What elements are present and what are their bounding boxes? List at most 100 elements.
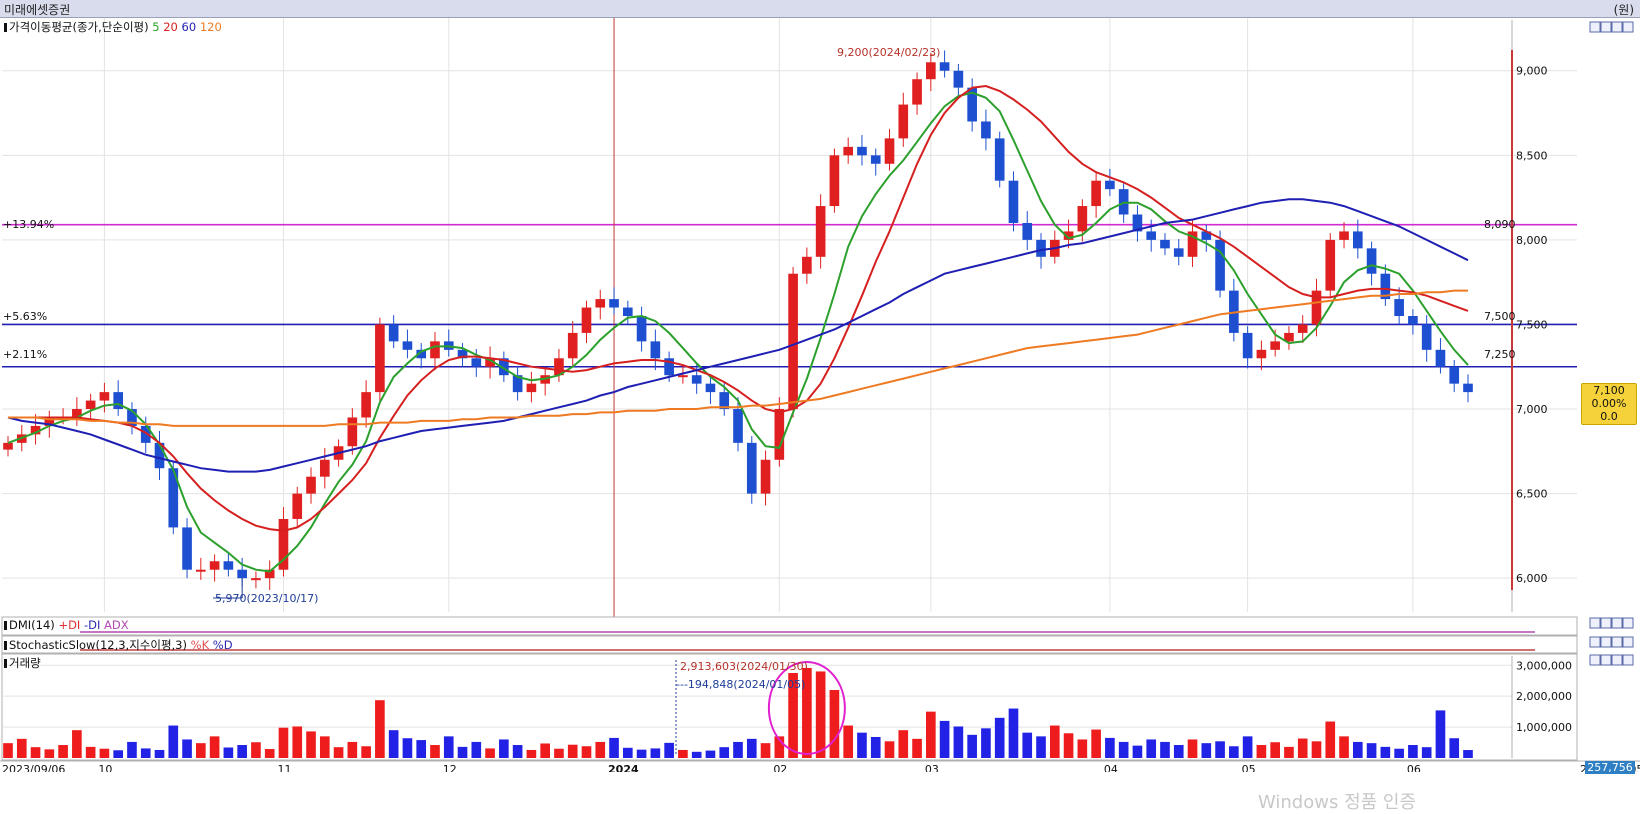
volume-bar-64	[884, 741, 895, 758]
candle-body-21	[292, 493, 303, 519]
hline-left-label-1: +13.94%	[3, 218, 55, 231]
volume-current-badge: 257,756	[1585, 761, 1635, 774]
volume-bar-7	[99, 748, 110, 758]
volume-bar-23	[319, 736, 330, 758]
dmi-panel	[1, 616, 1578, 636]
candle-body-59	[815, 206, 826, 257]
volume-bar-21	[292, 726, 303, 758]
candle-body-64	[884, 138, 895, 164]
price-tick-label-5: 8,500	[1516, 149, 1548, 162]
volume-bar-96	[1325, 721, 1336, 758]
volume-min-text: 194,848(2024/01/05)	[687, 678, 806, 691]
volume-bar-10	[140, 748, 151, 758]
candle-body-25	[347, 417, 358, 447]
volume-bar-43	[595, 741, 606, 758]
volume-bar-94	[1297, 738, 1308, 758]
volume-bar-42	[581, 746, 592, 758]
dmi-panel-button-3	[1622, 617, 1634, 629]
volume-bar-52	[719, 747, 730, 758]
candle-body-57	[788, 273, 798, 410]
volume-bar-55	[760, 743, 771, 758]
volume-bar-70	[967, 734, 977, 758]
volume-bar-26	[361, 746, 371, 758]
price-panel-button-2	[1611, 21, 1623, 33]
candle-body-42	[581, 307, 592, 333]
candle-body-60	[829, 155, 840, 207]
volume-bar-104	[1435, 710, 1446, 758]
current-change: 0.0	[1600, 410, 1618, 423]
volume-bar-62	[857, 732, 867, 758]
candle-body-22	[306, 476, 316, 494]
price-tick-label-6: 9,000	[1516, 65, 1548, 78]
hline-right-label-1: 8,090	[1484, 218, 1516, 231]
volume-bar-28	[388, 730, 399, 758]
volume-bar-14	[196, 743, 206, 758]
dmi-panel-button-2	[1611, 617, 1623, 629]
volume-bar-5	[72, 730, 82, 758]
price-tick-label-0: 6,000	[1516, 572, 1548, 585]
candle-body-80	[1105, 180, 1115, 190]
price-panel-button-0	[1589, 21, 1601, 33]
volume-bar-76	[1049, 725, 1060, 758]
candle-body-49	[678, 375, 688, 378]
candle-body-38	[526, 383, 537, 393]
volume-bar-19	[264, 749, 275, 758]
volume-bar-63	[870, 736, 881, 758]
volume-bar-61	[843, 725, 854, 758]
price-tick-label-4: 8,000	[1516, 234, 1548, 247]
candle-body-47	[650, 341, 661, 359]
candle-body-106	[1463, 383, 1473, 393]
volume-bar-44	[609, 737, 619, 758]
volume-bar-85	[1173, 745, 1184, 758]
date-label-8: 05	[1242, 763, 1256, 772]
volume-bar-69	[953, 726, 964, 758]
volume-bar-84	[1160, 741, 1170, 758]
volume-bar-81	[1118, 741, 1129, 758]
date-label-3: 12	[443, 763, 457, 772]
volume-tick-label-2: 3,000,000	[1516, 659, 1572, 672]
volume-bar-46	[636, 749, 647, 758]
volume-bar-103	[1421, 747, 1432, 758]
ma-20-label: 20	[163, 20, 178, 34]
dmi-panel-button-1	[1600, 617, 1612, 629]
volume-bar-30	[416, 740, 427, 758]
pin-icon	[4, 621, 7, 630]
volume-bar-37	[512, 745, 523, 758]
candle-body-51	[705, 383, 716, 393]
volume-bar-50	[691, 751, 702, 758]
candle-body-31	[430, 341, 440, 359]
volume-bar-100	[1380, 746, 1391, 758]
volume-panel-button-2	[1611, 654, 1623, 666]
date-label-4: 2024	[608, 763, 639, 772]
volume-bar-93	[1284, 746, 1294, 758]
hline-right-label-3: 7,250	[1484, 348, 1516, 361]
ma-indicator-label: 가격이동평균(종가,단순이평)	[9, 20, 149, 34]
volume-bar-80	[1105, 737, 1115, 758]
candle-body-83	[1146, 231, 1157, 240]
volume-bar-6	[85, 746, 96, 758]
candle-body-14	[196, 569, 206, 572]
volume-bar-9	[127, 741, 137, 758]
candle-body-45	[622, 307, 633, 316]
candle-body-53	[733, 409, 743, 443]
volume-bar-13	[182, 739, 192, 758]
date-label-0: 2023/09/06	[2, 763, 65, 772]
volume-min-annotation: ---194,848(2024/01/05)	[676, 678, 805, 691]
candle-body-105	[1449, 366, 1460, 384]
date-label-7: 04	[1104, 763, 1118, 772]
volume-bar-53	[733, 741, 743, 758]
dmi-plus-di: +DI	[58, 618, 81, 632]
candle-body-6	[85, 400, 96, 410]
volume-bar-34	[471, 741, 482, 758]
volume-bar-98	[1352, 741, 1363, 758]
stoch-legend: StochasticSlow(12,3,지수이평,3) %K %D	[4, 637, 233, 653]
candle-body-68	[939, 62, 950, 71]
price-tick-label-1: 6,500	[1516, 488, 1548, 501]
volume-bar-101	[1394, 748, 1404, 758]
stoch-d: %D	[212, 638, 233, 652]
candle-body-23	[319, 459, 330, 477]
candle-body-66	[912, 79, 922, 105]
volume-bar-99	[1366, 743, 1377, 758]
ma-5-label: 5	[152, 20, 160, 34]
volume-bar-32	[443, 736, 454, 758]
